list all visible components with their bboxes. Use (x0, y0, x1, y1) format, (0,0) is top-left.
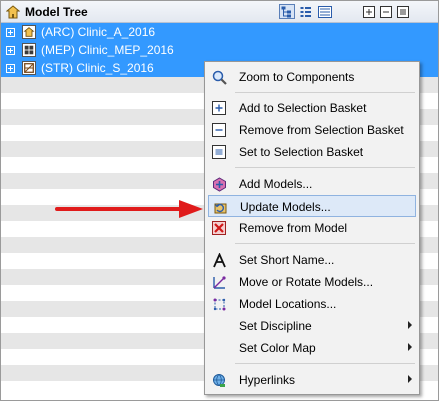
menu-item-update-models[interactable]: Update Models... (208, 195, 416, 217)
expand-toggle[interactable] (6, 28, 15, 37)
collapse-all-icon (380, 5, 392, 18)
menu-item-add-models[interactable]: Add Models... (208, 173, 416, 195)
remove-model-icon (212, 221, 226, 235)
list-view-button[interactable] (317, 4, 333, 19)
flat-view-icon (300, 6, 311, 17)
menu-item-zoom-to-components[interactable]: Zoom to Components (208, 66, 416, 88)
hierarchy-view-icon (281, 6, 291, 17)
letter-a-icon (212, 252, 226, 267)
menu-item-hyperlinks[interactable]: Hyperlinks (208, 369, 416, 391)
tree-item-label: (ARC) Clinic_A_2016 (41, 25, 156, 39)
context-menu: Zoom to Components Add to Selection Bask… (204, 61, 420, 395)
magnifier-icon (212, 70, 227, 85)
list-view-icon (318, 5, 332, 18)
menu-item-remove-from-selection-basket[interactable]: Remove from Selection Basket (208, 119, 416, 141)
select-all-icon (397, 5, 409, 18)
collapse-all-button[interactable] (378, 4, 394, 19)
menu-item-label: Remove from Selection Basket (239, 123, 404, 137)
model-locations-icon (213, 298, 225, 310)
menu-item-remove-from-model[interactable]: Remove from Model (208, 217, 416, 239)
panel-title: Model Tree (25, 5, 88, 19)
menu-separator (235, 243, 415, 244)
select-all-button[interactable] (395, 4, 411, 19)
submenu-arrow-icon (408, 343, 412, 351)
menu-item-label: Model Locations... (239, 297, 337, 311)
menu-item-label: Add Models... (239, 177, 313, 191)
menu-item-label: Set to Selection Basket (239, 145, 364, 159)
submenu-arrow-icon (408, 375, 412, 383)
menu-separator (235, 363, 415, 364)
submenu-arrow-icon (408, 321, 412, 329)
add-models-icon (212, 176, 226, 192)
expand-toggle[interactable] (6, 64, 15, 73)
menu-item-label: Set Discipline (239, 319, 312, 333)
mep-model-icon (22, 43, 36, 57)
menu-item-set-short-name[interactable]: Set Short Name... (208, 249, 416, 271)
structural-model-icon (22, 61, 36, 75)
expand-all-icon (363, 5, 375, 18)
globe-link-icon (212, 373, 225, 387)
menu-item-add-to-selection-basket[interactable]: Add to Selection Basket (208, 97, 416, 119)
tree-item-label: (STR) Clinic_S_2016 (41, 61, 154, 75)
menu-item-label: Move or Rotate Models... (239, 275, 374, 289)
menu-item-label: Set Color Map (239, 341, 316, 355)
menu-item-set-color-map[interactable]: Set Color Map (208, 337, 416, 359)
set-basket-icon (212, 145, 226, 159)
move-rotate-icon (212, 275, 226, 289)
menu-item-model-locations[interactable]: Model Locations... (208, 293, 416, 315)
panel-header: Model Tree (1, 1, 438, 23)
architectural-model-icon (22, 25, 36, 39)
expand-all-button[interactable] (361, 4, 377, 19)
menu-separator (235, 167, 415, 168)
remove-basket-icon (212, 123, 226, 137)
menu-item-label: Zoom to Components (239, 70, 355, 84)
tree-item-label: (MEP) Clinic_MEP_2016 (41, 43, 174, 57)
flat-view-button[interactable] (298, 4, 314, 19)
tree-item-arc[interactable]: (ARC) Clinic_A_2016 (1, 23, 438, 41)
menu-item-label: Hyperlinks (239, 373, 296, 387)
model-tree-icon (6, 5, 20, 19)
menu-item-move-or-rotate-models[interactable]: Move or Rotate Models... (208, 271, 416, 293)
menu-item-set-discipline[interactable]: Set Discipline (208, 315, 416, 337)
annotation-arrow-icon (55, 200, 203, 218)
menu-item-label: Remove from Model (239, 221, 348, 235)
tree-item-mep[interactable]: (MEP) Clinic_MEP_2016 (1, 41, 438, 59)
menu-item-label: Set Short Name... (239, 253, 335, 267)
hierarchy-view-button[interactable] (279, 4, 295, 19)
menu-item-label: Add to Selection Basket (239, 101, 367, 115)
expand-toggle[interactable] (6, 46, 15, 55)
menu-separator (235, 92, 415, 93)
menu-item-set-to-selection-basket[interactable]: Set to Selection Basket (208, 141, 416, 163)
add-basket-icon (212, 101, 226, 115)
menu-item-label: Update Models... (240, 200, 331, 214)
update-models-icon (214, 203, 226, 213)
